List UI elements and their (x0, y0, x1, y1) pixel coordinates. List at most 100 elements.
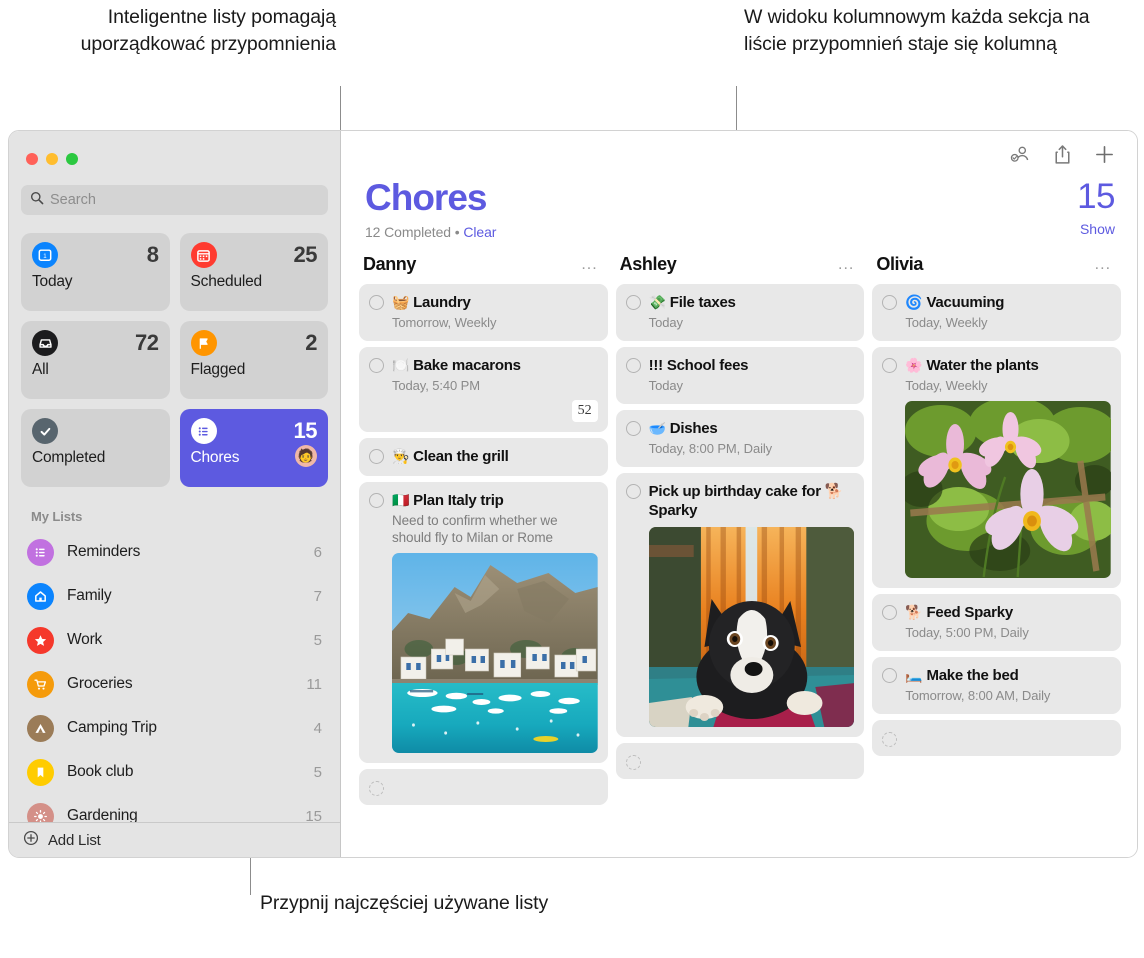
list-item-label: Camping Trip (67, 719, 157, 736)
smart-list-label: Chores (190, 449, 240, 466)
reminder-card[interactable]: 🐕 Feed Sparky Today, 5:00 PM, Daily (872, 594, 1122, 651)
reminder-card[interactable]: 💸 File taxes Today (615, 284, 865, 341)
reminder-subtitle: Today, Weekly (905, 378, 988, 393)
complete-toggle[interactable] (369, 358, 384, 373)
complete-toggle[interactable] (625, 358, 641, 373)
complete-toggle[interactable] (625, 484, 641, 499)
share-up-arrow-icon[interactable] (1053, 144, 1072, 165)
new-reminder-card[interactable] (615, 743, 865, 779)
new-reminder-card[interactable] (872, 720, 1122, 756)
reminder-subtitle: Today, 8:00 PM, Daily (648, 441, 773, 456)
list-item-groceries[interactable]: Groceries 11 (9, 662, 340, 706)
column-more-button[interactable]: ... (838, 256, 854, 272)
reminder-emoji: 🥣 (648, 420, 666, 436)
column-more-button[interactable]: ... (581, 256, 597, 272)
smart-list-chores[interactable]: 15 Chores 🧑 (179, 409, 328, 487)
reminder-card[interactable]: !!! School fees Today (615, 347, 865, 404)
column-body: 🌀 Vacuuming Today, Weekly 🌸 Water the pl… (872, 284, 1122, 756)
complete-toggle[interactable] (369, 780, 384, 796)
person-badge-checkmark-icon[interactable] (1009, 144, 1031, 164)
reminder-subtitle: Today, 5:40 PM (392, 378, 480, 393)
list-item-reminders[interactable]: Reminders 6 (9, 530, 340, 574)
reminder-card[interactable]: 🍽️ Bake macarons Today, 5:40 PM 52 (359, 347, 608, 432)
complete-toggle[interactable] (625, 754, 641, 770)
complete-toggle[interactable] (882, 358, 898, 373)
completed-count-text: 12 Completed (365, 224, 451, 240)
complete-toggle[interactable] (625, 421, 641, 436)
column-header: Ashley ... (616, 254, 865, 284)
smart-list-count: 15 (293, 418, 318, 443)
minimize-button[interactable] (46, 153, 58, 165)
smart-list-today[interactable]: 1 8 Today (21, 233, 170, 311)
smart-list-count: 8 (146, 242, 159, 267)
zoom-button[interactable] (66, 153, 78, 165)
smart-list-all[interactable]: 72 All (21, 321, 170, 399)
smart-list-flagged[interactable]: 2 Flagged (179, 321, 328, 399)
complete-toggle[interactable] (369, 295, 384, 310)
list-item-work[interactable]: Work 5 (9, 618, 340, 662)
italy-coast-photo[interactable] (392, 553, 598, 753)
plus-icon[interactable] (1094, 144, 1115, 165)
complete-toggle[interactable] (369, 449, 384, 464)
show-completed-button[interactable]: Show (1077, 221, 1115, 237)
reminder-title: 🌸 Water the plants (905, 356, 1111, 375)
reminder-card[interactable]: 🌸 Water the plants Today, Weekly (872, 347, 1122, 588)
complete-toggle[interactable] (625, 295, 641, 310)
reminder-title: 🥣 Dishes (649, 419, 855, 438)
smart-list-label: All (32, 361, 49, 378)
column-more-button[interactable]: ... (1095, 256, 1111, 272)
complete-toggle[interactable] (369, 493, 384, 508)
reminder-subtitle: Tomorrow, Weekly (392, 315, 497, 330)
reminder-card[interactable]: 🥣 Dishes Today, 8:00 PM, Daily (615, 410, 865, 467)
attachment-badge[interactable]: 52 (571, 400, 598, 422)
close-button[interactable] (26, 153, 38, 165)
complete-toggle[interactable] (882, 668, 898, 683)
reminder-title-text: Feed Sparky (926, 604, 1013, 621)
reminder-title-text: Plan Italy trip (413, 492, 504, 509)
my-lists-header: My Lists (31, 509, 83, 524)
checkmark-icon (32, 418, 58, 444)
search-input[interactable] (50, 192, 319, 208)
column-danny: Danny ... 🧺 Laundry Tomorrow, Weekly 🍽️ … (359, 254, 608, 857)
reminder-subtitle: Today, Weekly (905, 315, 988, 330)
svg-text:1: 1 (43, 253, 47, 260)
reminder-card[interactable]: Pick up birthday cake for 🐕 Sparky (615, 473, 865, 737)
clear-button[interactable]: Clear (463, 224, 496, 240)
reminder-card[interactable]: 🌀 Vacuuming Today, Weekly (872, 284, 1122, 341)
cosmos-flowers-photo[interactable] (905, 401, 1112, 578)
completed-status: 12 Completed • Clear (365, 224, 496, 240)
add-list-button[interactable]: Add List (9, 822, 340, 857)
list-item-gardening[interactable]: Gardening 15 (9, 794, 340, 822)
complete-toggle[interactable] (882, 731, 898, 747)
list-item-label: Book club (67, 763, 134, 780)
new-reminder-card[interactable] (359, 769, 608, 805)
list-item-book-club[interactable]: Book club 5 (9, 750, 340, 794)
complete-toggle[interactable] (882, 605, 898, 620)
reminder-card[interactable]: 🛏️ Make the bed Tomorrow, 8:00 AM, Daily (872, 657, 1122, 714)
search-field[interactable] (21, 185, 328, 215)
reminder-title-text: Laundry (413, 294, 471, 311)
reminder-subtitle: Today (648, 315, 683, 330)
house-icon (27, 582, 54, 610)
complete-toggle[interactable] (882, 295, 898, 310)
separator-dot: • (454, 224, 460, 240)
smart-list-scheduled[interactable]: 25 Scheduled (179, 233, 328, 311)
list-item-label: Work (67, 631, 103, 648)
list-item-label: Family (67, 587, 112, 604)
smart-list-label: Today (32, 273, 73, 290)
reminder-card[interactable]: 🇮🇹 Plan Italy trip Need to confirm wheth… (359, 482, 608, 763)
list-item-camping-trip[interactable]: Camping Trip 4 (9, 706, 340, 750)
reminder-title-text: File taxes (669, 294, 736, 311)
callout-leader-line-left (340, 86, 341, 131)
shared-avatar: 🧑 (295, 444, 317, 467)
reminder-title-text: Clean the grill (413, 448, 509, 465)
sidebar: 1 8 Today 25 Scheduled (9, 131, 341, 857)
smart-list-completed[interactable]: Completed (21, 409, 170, 487)
reminder-card[interactable]: 👨‍🍳 Clean the grill (359, 438, 608, 476)
flag-icon (190, 330, 217, 356)
boston-terrier-photo[interactable] (648, 527, 855, 727)
list-item-family[interactable]: Family 7 (9, 574, 340, 618)
reminder-subtitle: Today, 5:00 PM, Daily (905, 625, 1029, 640)
reminder-title: 🍽️ Bake macarons (392, 356, 598, 375)
reminder-card[interactable]: 🧺 Laundry Tomorrow, Weekly (359, 284, 608, 341)
